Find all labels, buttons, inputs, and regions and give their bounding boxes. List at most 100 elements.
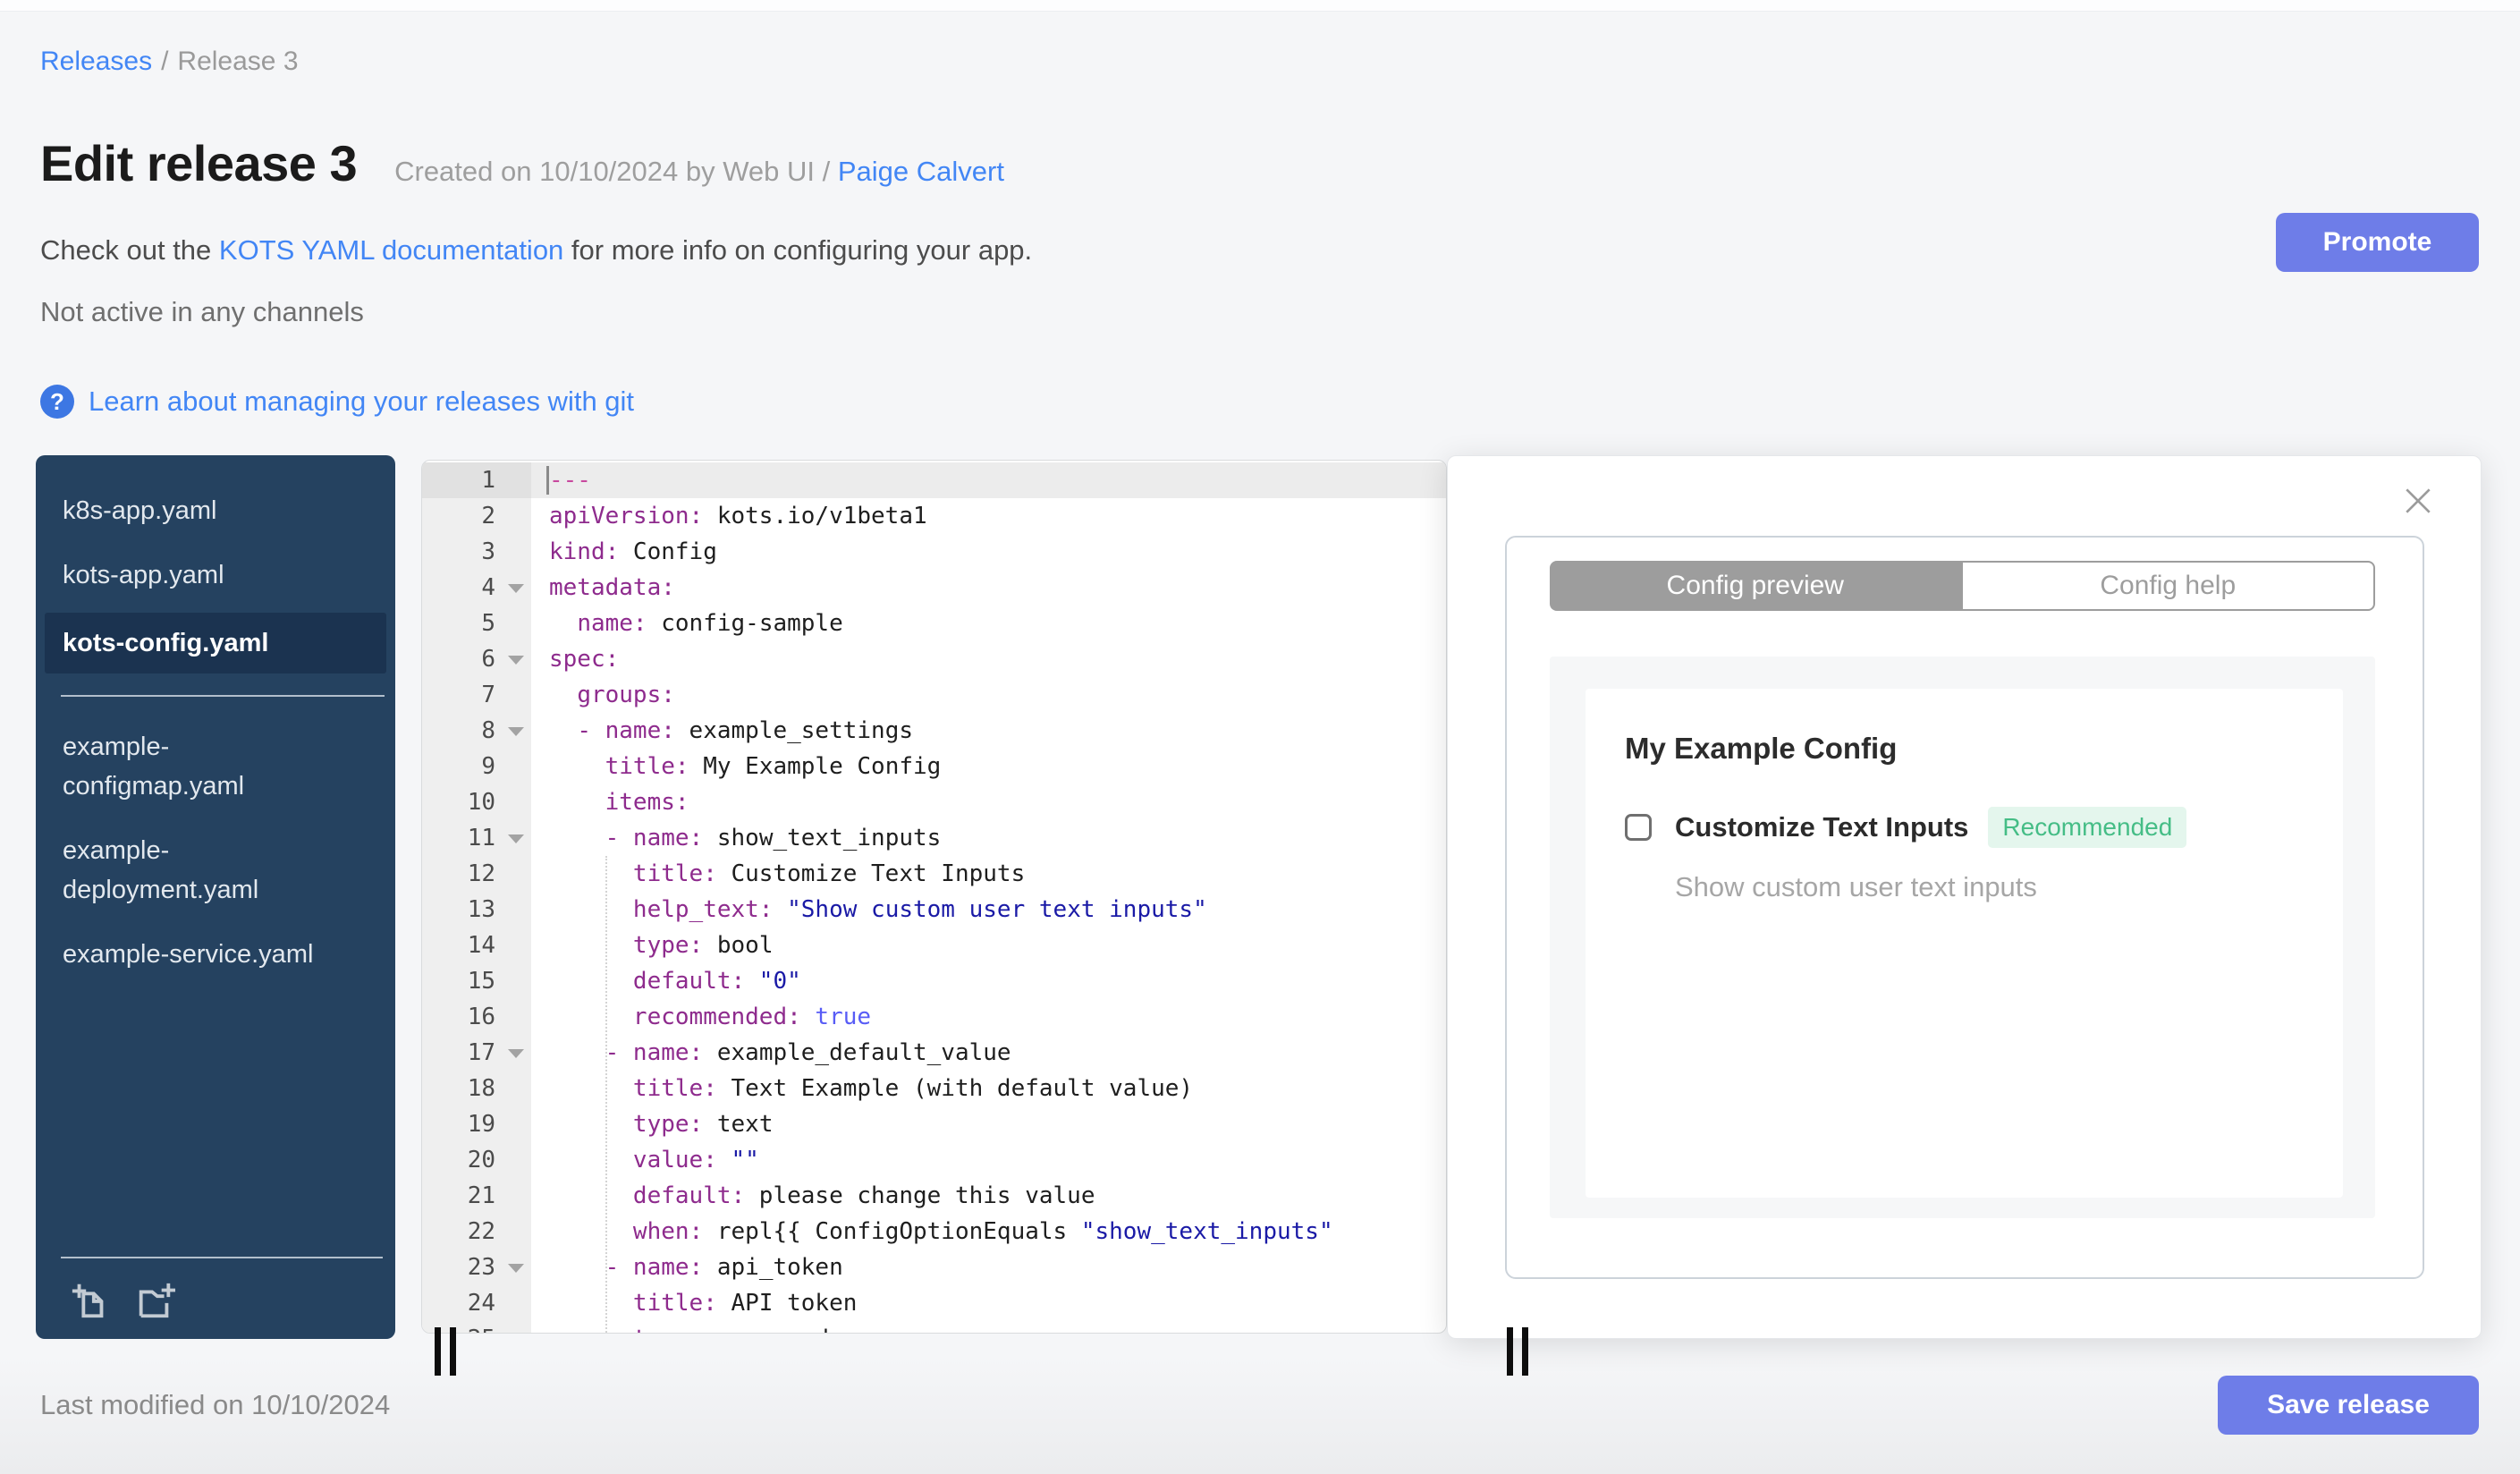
author-link[interactable]: Paige Calvert <box>838 156 1004 187</box>
editor-line[interactable]: 4 metadata: <box>422 570 1446 606</box>
line-number: 14 <box>467 932 495 959</box>
code-text[interactable]: title: Customize Text Inputs <box>531 856 1446 892</box>
editor-line[interactable]: 18 title: Text Example (with default val… <box>422 1071 1446 1106</box>
config-item-help-text: Show custom user text inputs <box>1675 871 2037 902</box>
tab-config-preview[interactable]: Config preview <box>1550 561 1961 611</box>
line-number: 13 <box>467 896 495 923</box>
line-number: 2 <box>481 503 495 529</box>
editor-line[interactable]: 23 - name: api_token <box>422 1250 1446 1285</box>
new-file-icon[interactable] <box>70 1280 111 1321</box>
editor-line[interactable]: 12 title: Customize Text Inputs <box>422 856 1446 892</box>
editor-line[interactable]: 2 apiVersion: kots.io/v1beta1 <box>422 498 1446 534</box>
editor-line[interactable]: 1 --- <box>422 462 1446 498</box>
customize-text-inputs-checkbox[interactable] <box>1625 814 1652 841</box>
code-text[interactable]: default: please change this value <box>531 1178 1446 1214</box>
code-text[interactable]: name: config-sample <box>531 606 1446 641</box>
new-folder-icon[interactable] <box>134 1280 175 1321</box>
editor-line[interactable]: 11 - name: show_text_inputs <box>422 820 1446 856</box>
code-text[interactable]: help_text: "Show custom user text inputs… <box>531 892 1446 928</box>
preview-tabs: Config preview Config help <box>1550 561 2375 611</box>
close-icon[interactable] <box>2402 485 2434 517</box>
code-text[interactable]: apiVersion: kots.io/v1beta1 <box>531 498 1446 534</box>
editor-line[interactable]: 3 kind: Config <box>422 534 1446 570</box>
editor-line[interactable]: 7 groups: <box>422 677 1446 713</box>
editor-line[interactable]: 10 items: <box>422 784 1446 820</box>
code-text[interactable]: title: Text Example (with default value) <box>531 1071 1446 1106</box>
fold-arrow-icon[interactable] <box>508 656 524 665</box>
code-text[interactable]: title: API token <box>531 1285 1446 1321</box>
code-text[interactable]: groups: <box>531 677 1446 713</box>
breadcrumb-releases-link[interactable]: Releases <box>40 47 152 76</box>
code-text[interactable]: items: <box>531 784 1446 820</box>
line-number: 16 <box>467 1004 495 1030</box>
fold-arrow-icon[interactable] <box>508 834 524 843</box>
fold-arrow-icon[interactable] <box>508 727 524 736</box>
editor-line[interactable]: 22 when: repl{{ ConfigOptionEquals "show… <box>422 1214 1446 1250</box>
editor-line[interactable]: 17 - name: example_default_value <box>422 1035 1446 1071</box>
editor-line[interactable]: 20 value: "" <box>422 1142 1446 1178</box>
panel-resize-handle[interactable] <box>1507 1327 1528 1376</box>
yaml-code-editor[interactable]: 1 --- 2 apiVersion: kots.io/v1beta1 3 kind: C… <box>421 460 1447 1334</box>
save-release-button[interactable]: Save release <box>2218 1376 2479 1435</box>
code-text[interactable]: - name: example_settings <box>531 713 1446 749</box>
code-text[interactable]: kind: Config <box>531 534 1446 570</box>
editor-line[interactable]: 9 title: My Example Config <box>422 749 1446 784</box>
editor-line[interactable]: 6 spec: <box>422 641 1446 677</box>
editor-line[interactable]: 13 help_text: "Show custom user text inp… <box>422 892 1446 928</box>
line-gutter: 21 <box>422 1178 531 1214</box>
editor-line[interactable]: 25 type: password <box>422 1321 1446 1333</box>
code-text[interactable]: when: repl{{ ConfigOptionEquals "show_te… <box>531 1214 1446 1250</box>
line-number: 10 <box>467 789 495 816</box>
editor-line[interactable]: 24 title: API token <box>422 1285 1446 1321</box>
code-text[interactable]: type: text <box>531 1106 1446 1142</box>
editor-line[interactable]: 15 default: "0" <box>422 963 1446 999</box>
config-preview-panel: Config preview Config help My Example Co… <box>1447 455 2482 1339</box>
code-text[interactable]: metadata: <box>531 570 1446 606</box>
line-gutter: 3 <box>422 534 531 570</box>
fold-arrow-icon[interactable] <box>508 1264 524 1273</box>
recommended-badge: Recommended <box>1988 807 2187 848</box>
code-text[interactable]: - name: api_token <box>531 1250 1446 1285</box>
editor-line[interactable]: 14 type: bool <box>422 928 1446 963</box>
help-question-icon[interactable]: ? <box>40 385 74 419</box>
sidebar-divider <box>61 695 385 697</box>
code-text[interactable]: value: "" <box>531 1142 1446 1178</box>
fold-arrow-icon[interactable] <box>508 584 524 593</box>
code-text[interactable]: recommended: true <box>531 999 1446 1035</box>
sidebar-file-k8s-app.yaml[interactable]: k8s-app.yaml <box>36 479 395 543</box>
editor-line[interactable]: 8 - name: example_settings <box>422 713 1446 749</box>
resize-bar <box>435 1327 441 1376</box>
code-text[interactable]: default: "0" <box>531 963 1446 999</box>
line-number: 21 <box>467 1182 495 1209</box>
git-link[interactable]: Learn about managing your releases with … <box>89 385 634 418</box>
preview-card: Config preview Config help My Example Co… <box>1505 536 2424 1279</box>
sidebar-file-kots-config.yaml[interactable]: kots-config.yaml <box>45 613 386 673</box>
text-cursor <box>546 466 549 495</box>
code-text[interactable]: --- <box>531 462 1446 498</box>
top-navbar-edge <box>0 0 2520 12</box>
editor-line[interactable]: 21 default: please change this value <box>422 1178 1446 1214</box>
editor-line[interactable]: 16 recommended: true <box>422 999 1446 1035</box>
line-gutter: 23 <box>422 1250 531 1285</box>
code-text[interactable]: type: bool <box>531 928 1446 963</box>
sidebar-file-example-deployment.yaml[interactable]: example-deployment.yaml <box>36 818 395 922</box>
line-gutter: 15 <box>422 963 531 999</box>
sidebar-file-kots-app.yaml[interactable]: kots-app.yaml <box>36 543 395 607</box>
editor-line[interactable]: 19 type: text <box>422 1106 1446 1142</box>
code-text[interactable]: - name: show_text_inputs <box>531 820 1446 856</box>
fold-arrow-icon[interactable] <box>508 1049 524 1058</box>
sidebar-resize-handle[interactable] <box>435 1327 456 1376</box>
code-text[interactable]: type: password <box>531 1321 1446 1333</box>
config-group-title: My Example Config <box>1625 732 1898 765</box>
code-text[interactable]: - name: example_default_value <box>531 1035 1446 1071</box>
code-text[interactable]: title: My Example Config <box>531 749 1446 784</box>
kots-docs-link[interactable]: KOTS YAML documentation <box>219 234 563 266</box>
sidebar-file-example-configmap.yaml[interactable]: example-configmap.yaml <box>36 715 395 818</box>
git-help-link-row[interactable]: ? Learn about managing your releases wit… <box>40 385 634 419</box>
code-text[interactable]: spec: <box>531 641 1446 677</box>
sidebar-file-example-service.yaml[interactable]: example-service.yaml <box>36 922 395 987</box>
line-number: 24 <box>467 1290 495 1317</box>
editor-line[interactable]: 5 name: config-sample <box>422 606 1446 641</box>
tab-config-help[interactable]: Config help <box>1960 561 2375 611</box>
promote-button[interactable]: Promote <box>2276 213 2479 272</box>
